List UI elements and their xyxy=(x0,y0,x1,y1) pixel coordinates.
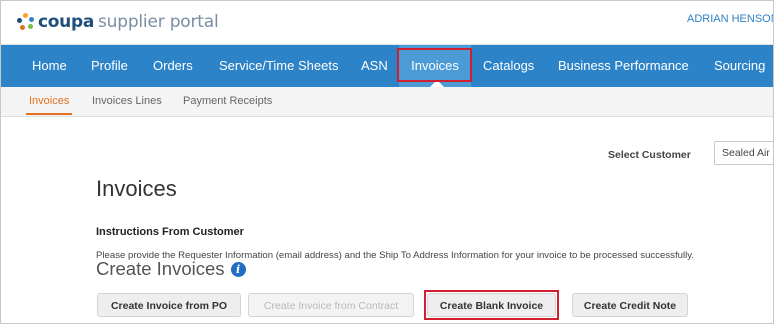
create-invoice-from-contract-button: Create Invoice from Contract xyxy=(248,293,414,317)
create-invoices-heading: Create Invoices i xyxy=(96,258,246,280)
coupa-logo[interactable]: coupa supplier portal xyxy=(17,10,219,34)
nav-profile[interactable]: Profile xyxy=(91,45,128,87)
subtab-active-indicator xyxy=(26,113,72,115)
instructions-heading: Instructions From Customer xyxy=(96,226,244,238)
active-nav-pointer xyxy=(430,80,444,87)
app-window: coupa supplier portal ADRIAN HENSON Home… xyxy=(0,0,774,324)
nav-home[interactable]: Home xyxy=(32,45,67,87)
select-customer-label: Select Customer xyxy=(608,149,691,161)
nav-sourcing[interactable]: Sourcing xyxy=(714,45,765,87)
top-header: coupa supplier portal ADRIAN HENSON xyxy=(1,1,773,45)
brand-name: coupa xyxy=(38,12,94,32)
sub-tabs: Invoices Invoices Lines Payment Receipts xyxy=(1,87,773,117)
subtab-payment-receipts[interactable]: Payment Receipts xyxy=(183,95,272,107)
customer-select[interactable]: Sealed Air xyxy=(714,141,773,165)
nav-business-performance[interactable]: Business Performance xyxy=(558,45,689,87)
subtab-invoices[interactable]: Invoices xyxy=(29,95,69,107)
create-invoices-title: Create Invoices xyxy=(96,258,225,279)
page-title: Invoices xyxy=(96,176,177,201)
main-nav: Home Profile Orders Service/Time Sheets … xyxy=(1,45,773,87)
nav-orders[interactable]: Orders xyxy=(153,45,193,87)
nav-service-time-sheets[interactable]: Service/Time Sheets xyxy=(219,45,338,87)
user-menu[interactable]: ADRIAN HENSON xyxy=(687,13,773,25)
brand-tagline: supplier portal xyxy=(98,12,219,32)
nav-asn[interactable]: ASN xyxy=(361,45,388,87)
coupa-logo-icon xyxy=(17,13,35,31)
create-blank-invoice-button[interactable]: Create Blank Invoice xyxy=(427,293,556,317)
subtab-invoices-lines[interactable]: Invoices Lines xyxy=(92,95,162,107)
create-invoice-from-po-button[interactable]: Create Invoice from PO xyxy=(97,293,241,317)
info-icon[interactable]: i xyxy=(230,261,246,277)
nav-catalogs[interactable]: Catalogs xyxy=(483,45,534,87)
create-credit-note-button[interactable]: Create Credit Note xyxy=(572,293,688,317)
